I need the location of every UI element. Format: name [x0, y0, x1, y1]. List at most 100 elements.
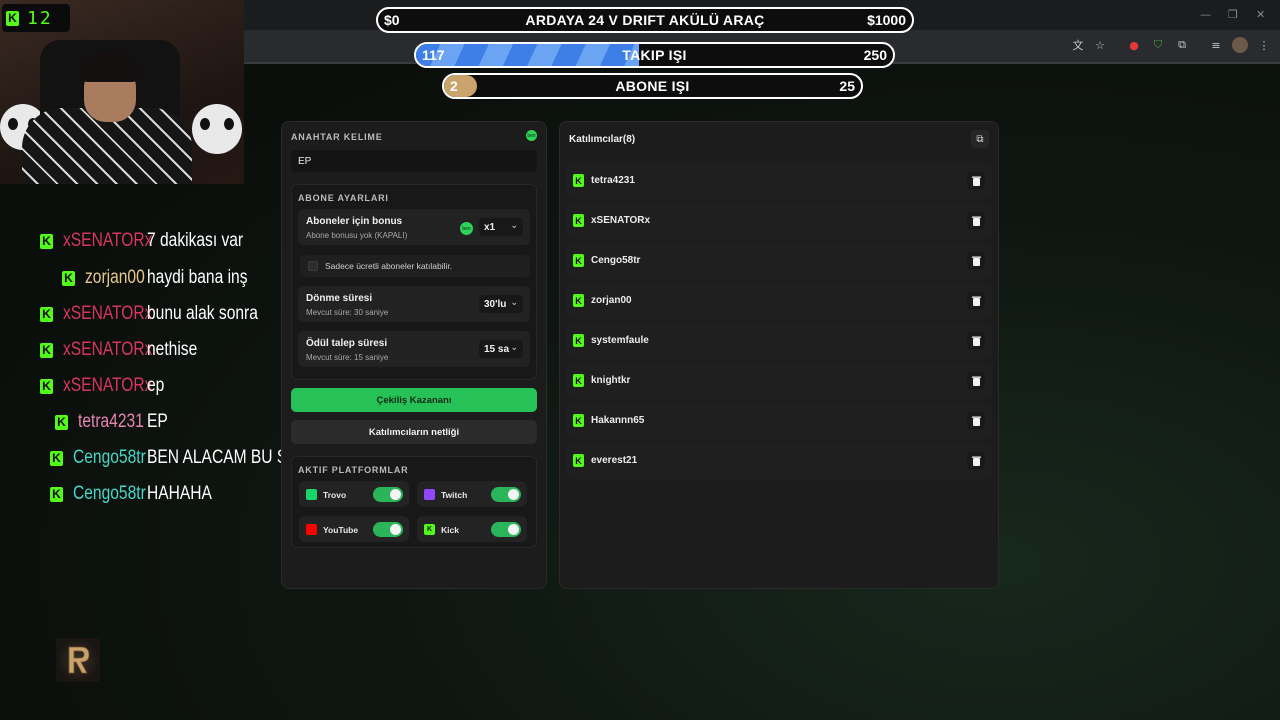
- chat-text: HAHAHA: [147, 483, 212, 504]
- twitch-toggle[interactable]: [491, 487, 521, 502]
- paid-only-label: Sadece ücretli aboneler katılabilir.: [325, 261, 453, 271]
- platform-twitch: Twitch: [417, 481, 527, 507]
- platform-name: Twitch: [441, 490, 468, 500]
- goal-bar-follow: 117 TAKIP IŞI 250: [414, 42, 895, 68]
- subscriber-settings-box: ABONE AYARLARI Aboneler için bonus Abone…: [291, 184, 537, 380]
- chat-username: xSENATORx: [63, 339, 153, 360]
- shield-icon[interactable]: ⛉: [1150, 37, 1166, 53]
- chevron-down-icon: ⌄: [510, 298, 518, 308]
- media-control-icon[interactable]: ≡: [1208, 37, 1224, 53]
- kick-badge-icon: K: [40, 233, 53, 249]
- trash-icon[interactable]: [967, 452, 985, 470]
- subscriber-settings-label: ABONE AYARLARI: [298, 193, 389, 203]
- kick-badge-icon: K: [573, 374, 584, 387]
- kick-badge-icon: K: [62, 270, 75, 286]
- r-logo-icon: [68, 646, 90, 674]
- chat-text: bunu alak sonra: [147, 303, 258, 324]
- platform-name: Trovo: [323, 490, 347, 500]
- claim-duration-value: 15 sa: [484, 343, 510, 355]
- trash-icon[interactable]: [967, 412, 985, 430]
- chat-message: K xSENATORx ep: [40, 373, 168, 399]
- trash-icon[interactable]: [967, 252, 985, 270]
- paid-only-checkbox[interactable]: [308, 261, 318, 271]
- claim-duration-title: Ödül talep süresi: [306, 338, 388, 349]
- bonus-subtitle: Abone bonusu yok (KAPALI): [306, 231, 408, 240]
- chat-text: nethise: [147, 339, 198, 360]
- clear-participants-button[interactable]: Katılımcıların netliği: [291, 420, 537, 444]
- chat-message: K xSENATORx 7 dakikası var: [40, 228, 264, 254]
- trash-icon[interactable]: [967, 332, 985, 350]
- participants-panel: Katılımcılar(8) ⧉ K tetra4231 K xSENATOR…: [559, 121, 999, 589]
- plush-toy: [192, 104, 242, 154]
- participant-name: Hakannn65: [591, 415, 645, 426]
- chat-text: ep: [147, 375, 165, 396]
- participant-name: tetra4231: [591, 175, 635, 186]
- kick-badge-icon: K: [40, 306, 53, 322]
- chat-message: K xSENATORx nethise: [40, 337, 208, 363]
- extension-red-icon[interactable]: ●: [1126, 37, 1142, 53]
- claim-duration-select[interactable]: 15 sa ⌄: [479, 340, 523, 358]
- bonus-multiplier-select[interactable]: x1 ⌄: [479, 218, 523, 236]
- draw-winner-button[interactable]: Çekiliş Kazananı: [291, 388, 537, 412]
- kick-badge-icon: K: [573, 254, 584, 267]
- chat-message: K tetra4231 EP: [55, 409, 172, 435]
- bookmark-star-icon[interactable]: ☆: [1092, 37, 1108, 53]
- youtube-toggle[interactable]: [373, 522, 403, 537]
- participants-title: Katılımcılar(8): [569, 134, 636, 145]
- paid-only-option[interactable]: Sadece ücretli aboneler katılabilir.: [300, 255, 530, 277]
- status-badge: ben: [526, 130, 537, 141]
- claim-duration-subtitle: Mevcut süre: 15 saniye: [306, 353, 389, 362]
- extensions-puzzle-icon[interactable]: ⧉: [1174, 37, 1190, 53]
- participant-name: systemfaule: [591, 335, 649, 346]
- spin-duration-value: 30'lu: [484, 298, 507, 310]
- profile-avatar-icon[interactable]: [1232, 37, 1248, 53]
- trash-icon[interactable]: [967, 172, 985, 190]
- twitch-icon: [424, 489, 435, 500]
- bonus-title: Aboneler için bonus: [306, 216, 403, 227]
- kick-badge-icon: K: [40, 378, 53, 394]
- minimize-icon[interactable]: —: [1200, 8, 1211, 21]
- chat-username: tetra4231: [78, 411, 144, 432]
- kick-badge-icon: K: [50, 486, 63, 502]
- translate-icon[interactable]: 文: [1070, 37, 1086, 53]
- participant-name: zorjan00: [591, 295, 632, 306]
- chat-username: xSENATORx: [63, 230, 153, 251]
- close-icon[interactable]: ✕: [1256, 8, 1265, 21]
- goal-high-value: $1000: [867, 12, 906, 28]
- goal-high-value: 25: [839, 78, 855, 94]
- menu-kebab-icon[interactable]: ⋮: [1256, 37, 1272, 53]
- participant-row: K knightkr: [566, 363, 992, 399]
- platform-name: Kick: [441, 525, 459, 535]
- copy-icon[interactable]: ⧉: [971, 130, 989, 148]
- viewer-counter: K 12: [2, 4, 70, 32]
- goal-title: TAKIP IŞI: [622, 47, 687, 63]
- streamer-hair: [80, 52, 140, 82]
- platform-name: YouTube: [323, 525, 359, 535]
- trovo-toggle[interactable]: [373, 487, 403, 502]
- goal-title: ARDAYA 24 V DRIFT AKÜLÜ ARAÇ: [525, 12, 765, 28]
- keyword-input[interactable]: EP: [291, 150, 537, 172]
- trash-icon[interactable]: [967, 292, 985, 310]
- trovo-icon: [306, 489, 317, 500]
- chat-message: K xSENATORx bunu alak sonra: [40, 301, 282, 327]
- trash-icon[interactable]: [967, 212, 985, 230]
- chat-username: zorjan00: [85, 267, 145, 288]
- chevron-down-icon: ⌄: [510, 221, 518, 231]
- participant-row: K Hakannn65: [566, 403, 992, 439]
- youtube-icon: [306, 524, 317, 535]
- chat-username: Cengo58tr: [73, 483, 146, 504]
- chevron-down-icon: ⌄: [510, 343, 518, 353]
- kick-badge-icon: K: [573, 294, 584, 307]
- restore-icon[interactable]: ❐: [1228, 8, 1238, 21]
- trash-icon[interactable]: [967, 372, 985, 390]
- chat-text: EP: [147, 411, 168, 432]
- giveaway-settings-panel: ANAHTAR KELIME ben EP ABONE AYARLARI Abo…: [281, 121, 547, 589]
- spin-duration-card: Dönme süresi Mevcut süre: 30 saniye 30'l…: [298, 286, 530, 322]
- chat-username: Cengo58tr: [73, 447, 146, 468]
- participant-row: K systemfaule: [566, 323, 992, 359]
- participant-row: K everest21: [566, 443, 992, 479]
- kick-toggle[interactable]: [491, 522, 521, 537]
- platform-trovo: Trovo: [299, 481, 409, 507]
- kick-badge-icon: K: [573, 334, 584, 347]
- spin-duration-select[interactable]: 30'lu ⌄: [479, 295, 523, 313]
